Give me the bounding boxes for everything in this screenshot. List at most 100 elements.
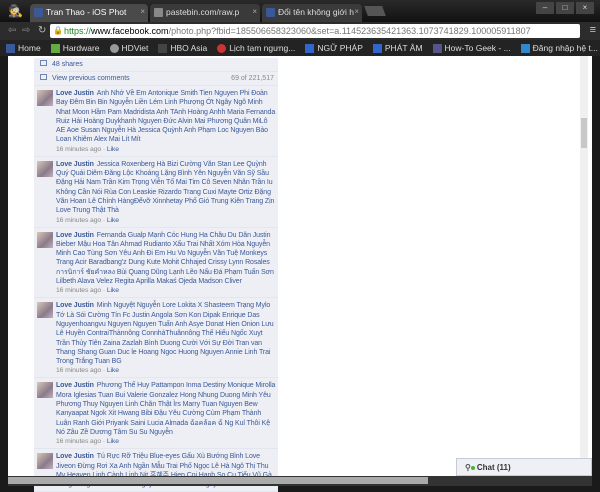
bookmark-hardware[interactable]: Hardware (50, 43, 100, 53)
comment-text: Anh Nhớ Về Em Antonique Smith Tien Nguye… (56, 90, 276, 144)
avatar[interactable] (37, 302, 53, 319)
comment: Love Justin Phương Thế Huy Pattampon Inma… (34, 378, 278, 450)
like-link[interactable]: Like (107, 217, 119, 224)
comment-author[interactable]: Love Justin (56, 90, 94, 97)
chat-label: Chat (11) (476, 463, 511, 472)
bookmark-ngu-phap[interactable]: NGỮ PHÁP (305, 43, 363, 53)
close-tab-icon[interactable]: × (354, 7, 359, 16)
tab-pastebin[interactable]: pastebin.com/raw.p × (150, 4, 260, 22)
like-link[interactable]: Like (107, 438, 119, 445)
facebook-favicon-icon (34, 8, 43, 17)
comment-meta: 16 minutes ago · Like (56, 438, 119, 446)
bookmark-label: Home (18, 43, 41, 53)
comment-body: Love Justin Minh Nguyệt Nguyễn Lore Lokit… (56, 301, 276, 366)
tab-label: Tran Thao - iOS Phot (46, 7, 127, 17)
comment-meta: 16 minutes ago · Like (56, 367, 119, 375)
facebook-icon (6, 43, 15, 53)
tab-label: Đổi tên không giới h (278, 7, 354, 17)
comment-text: Jessica Roxenberg Hà Bizi Cường Văn Stan… (56, 160, 275, 215)
bookmark-dang-nhap[interactable]: Đăng nhập hệ t... (520, 43, 598, 53)
view-previous-row: View previous comments 69 of 221,517 (34, 72, 278, 86)
bookmark-label: NGỮ PHÁP (317, 43, 363, 53)
comment-author[interactable]: Love Justin (56, 302, 94, 309)
bookmark-howtogeek[interactable]: How-To Geek - ... (432, 43, 511, 53)
bookmarks-bar: Home Hardware HDViet HBO Asia Lịch tạm n… (0, 40, 600, 56)
scrollbar-thumb[interactable] (581, 118, 587, 148)
bookmark-label: Lịch tạm ngưng... (229, 43, 296, 53)
comment-body: Love Justin Anh Nhớ Về Em Antonique Smith… (56, 89, 276, 145)
like-link[interactable]: Like (107, 367, 119, 374)
page-icon (520, 43, 530, 53)
comment-list: Love Justin Anh Nhớ Về Em Antonique Smith… (34, 86, 278, 492)
url-path: /photo.php?fbid=185506658323060&set=a.11… (168, 26, 531, 36)
comment-text: Minh Nguyệt Nguyễn Lore Lokita X Shastee… (56, 302, 274, 366)
user-icon: ⚲ (465, 463, 471, 472)
forward-icon[interactable]: ⇨ (22, 25, 30, 36)
bookmark-hdviet[interactable]: HDViet (109, 43, 149, 53)
book-icon (372, 43, 382, 53)
bookmark-hbo[interactable]: HBO Asia (158, 43, 207, 53)
new-tab-button[interactable] (364, 6, 386, 16)
comment-author[interactable]: Love Justin (56, 232, 94, 239)
horizontal-scrollbar[interactable] (8, 476, 592, 486)
tab-doi-ten[interactable]: Đổi tên không giới h × (262, 4, 362, 22)
comment-body: Love Justin Jessica Roxenberg Hà Bizi Cườ… (56, 160, 276, 216)
calendar-icon (217, 43, 227, 53)
snowflake-icon (109, 43, 119, 53)
tab-label: pastebin.com/raw.p (166, 7, 240, 17)
bookmark-label: HDViet (121, 43, 149, 53)
like-link[interactable]: Like (107, 287, 119, 294)
comment: Love Justin Anh Nhớ Về Em Antonique Smith… (34, 86, 278, 157)
avatar[interactable] (37, 90, 53, 106)
view-previous-comments-link[interactable]: View previous comments (52, 75, 130, 82)
reload-icon[interactable]: ↻ (38, 25, 46, 36)
close-tab-icon[interactable]: × (252, 7, 257, 16)
chat-button[interactable]: ⚲ Chat (11) (456, 458, 592, 476)
comment-text: Phương Thế Huy Pattampon Inma Destiny Mo… (56, 382, 276, 436)
avatar[interactable] (37, 231, 53, 248)
comment: Love Justin Jessica Roxenberg Hà Bizi Cườ… (34, 156, 278, 228)
bookmark-phat-am[interactable]: PHÁT ÂM (372, 43, 423, 53)
like-link[interactable]: Like (107, 146, 119, 153)
avatar[interactable] (37, 382, 53, 399)
comment-author[interactable]: Love Justin (56, 161, 94, 168)
avatar[interactable] (37, 453, 53, 470)
back-icon[interactable]: ⇦ (8, 25, 16, 36)
comment-author[interactable]: Love Justin (56, 453, 94, 460)
close-window-button[interactable]: × (576, 2, 594, 14)
tab-facebook-photo[interactable]: Tran Thao - iOS Phot × (30, 4, 148, 22)
hbo-icon (158, 43, 168, 53)
bookmark-label: Hardware (62, 43, 100, 53)
comment-text: Fernanda Gualp Mạnh Cóc Hung Ha Châu Du … (56, 231, 274, 286)
online-dot-icon (470, 466, 475, 470)
bookmark-home[interactable]: Home (6, 43, 41, 53)
lock-icon: 🔒 (53, 26, 63, 35)
htg-icon (432, 43, 442, 53)
leaf-icon (50, 43, 60, 53)
incognito-icon: 🕵 (8, 4, 23, 18)
menu-icon[interactable]: ≡ (590, 24, 596, 36)
bookmark-label: HBO Asia (170, 43, 208, 53)
bookmark-label: PHÁT ÂM (384, 43, 423, 53)
comment-time: 16 minutes ago (56, 367, 102, 375)
comment-author[interactable]: Love Justin (56, 382, 94, 389)
toolbar: ⇦ ⇨ ↻ 🔒 https://www.facebook.com/photo.ph… (0, 22, 600, 40)
shares-row[interactable]: 48 shares (34, 58, 278, 72)
address-bar[interactable]: 🔒 https://www.facebook.com/photo.php?fbid… (50, 24, 580, 38)
tab-strip: 🕵 Tran Thao - iOS Phot × pastebin.com/raw… (0, 0, 600, 22)
scrollbar-thumb[interactable] (8, 477, 428, 484)
avatar[interactable] (37, 160, 53, 177)
comment: Love Justin Fernanda Gualp Mạnh Cóc Hung … (34, 227, 278, 299)
comment-body: Love Justin Phương Thế Huy Pattampon Inma… (56, 381, 276, 437)
shares-count[interactable]: 48 shares (52, 61, 83, 68)
vertical-scrollbar[interactable] (580, 56, 588, 476)
comment-meta: 16 minutes ago · Like (56, 216, 119, 224)
minimize-button[interactable]: – (536, 2, 554, 14)
url-scheme: https:// (64, 26, 92, 36)
page-content: 48 shares View previous comments 69 of 22… (8, 56, 592, 492)
close-tab-icon[interactable]: × (140, 7, 145, 16)
comment-meta: 16 minutes ago · Like (56, 145, 119, 153)
maximize-button[interactable]: □ (556, 2, 574, 14)
comment-time: 16 minutes ago (56, 438, 102, 446)
bookmark-lich[interactable]: Lịch tạm ngưng... (217, 43, 295, 53)
